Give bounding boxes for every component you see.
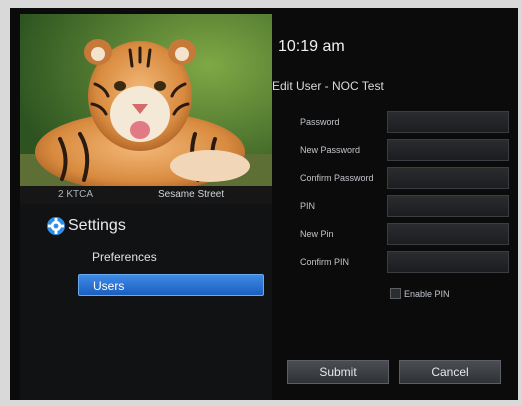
- clock: 10:19 am: [278, 38, 345, 55]
- channel-number: 2 KTCA: [58, 189, 94, 200]
- tv-screen: 2 KTCA Sesame Street Settings Preference…: [10, 8, 518, 400]
- tiger-cub-image: [20, 14, 272, 186]
- new-password-label: New Password: [300, 145, 361, 155]
- settings-heading: Settings: [47, 215, 126, 237]
- confirm-pin-field[interactable]: [387, 251, 509, 273]
- gear-icon: [47, 217, 65, 235]
- channel-info-bar: 2 KTCA Sesame Street: [20, 186, 272, 204]
- page-title: Edit User - NOC Test: [272, 79, 384, 93]
- menu-item-label: Preferences: [92, 250, 157, 264]
- password-field[interactable]: [387, 111, 509, 133]
- new-pin-label: New Pin: [300, 229, 334, 239]
- pin-label: PIN: [300, 201, 316, 211]
- cancel-button[interactable]: Cancel: [399, 360, 501, 384]
- confirm-password-field[interactable]: [387, 167, 509, 189]
- menu-item-preferences[interactable]: Preferences: [78, 246, 264, 268]
- menu-item-label: Users: [93, 279, 125, 293]
- settings-heading-label: Settings: [68, 217, 126, 234]
- confirm-password-label: Confirm Password: [300, 173, 374, 183]
- pin-field[interactable]: [387, 195, 509, 217]
- live-tv-preview[interactable]: [20, 14, 272, 186]
- new-pin-field[interactable]: [387, 223, 509, 245]
- confirm-pin-label: Confirm PIN: [300, 257, 350, 267]
- submit-button[interactable]: Submit: [287, 360, 389, 384]
- password-label: Password: [300, 117, 340, 127]
- program-title: Sesame Street: [158, 189, 225, 200]
- enable-pin-checkbox[interactable]: [390, 288, 401, 299]
- menu-item-users[interactable]: Users: [78, 274, 264, 296]
- new-password-field[interactable]: [387, 139, 509, 161]
- enable-pin-label: Enable PIN: [404, 289, 450, 299]
